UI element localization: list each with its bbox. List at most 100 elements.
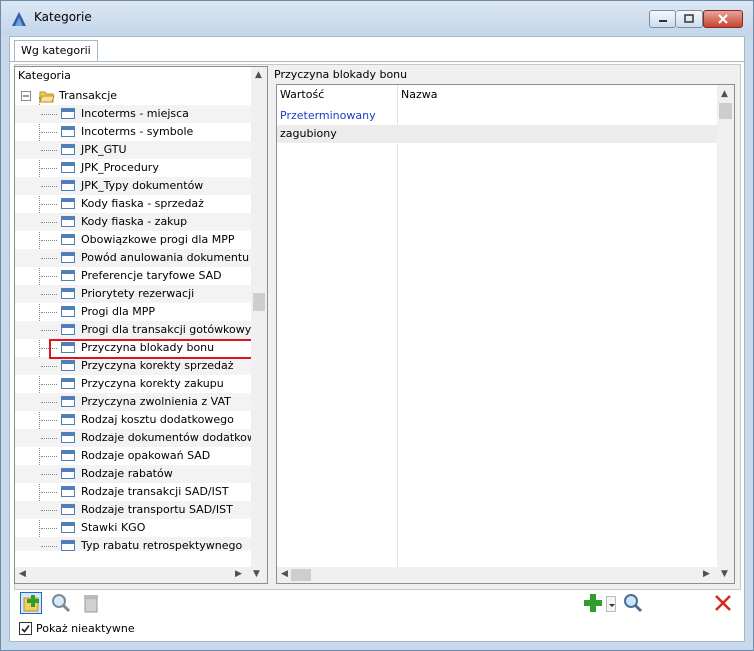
scroll-down-icon[interactable]: ▼ xyxy=(253,569,260,579)
grid-hscroll-thumb[interactable] xyxy=(291,569,311,581)
category-window-icon xyxy=(61,378,75,389)
tree-item-label: Progi dla transakcji gotówkowych xyxy=(81,323,251,336)
tree-item[interactable]: Typ rabatu retrospektywnego xyxy=(15,537,251,551)
tree-item[interactable]: Powód anulowania dokumentu xyxy=(15,249,251,267)
scroll-right-icon[interactable]: ▶ xyxy=(235,569,242,579)
grid-row[interactable]: zagubiony xyxy=(277,125,717,143)
tree-item[interactable]: Rodzaj kosztu dodatkowego xyxy=(15,411,251,429)
tree-item-label: JPK_GTU xyxy=(81,143,127,156)
tree-branch-line xyxy=(41,510,57,512)
tree-node-transakcje[interactable]: Transakcje xyxy=(15,87,251,105)
scroll-up-icon[interactable]: ▲ xyxy=(721,89,728,99)
category-window-icon xyxy=(61,486,75,497)
close-button[interactable] xyxy=(712,592,734,614)
category-window-icon xyxy=(61,432,75,443)
scroll-up-icon[interactable]: ▲ xyxy=(255,70,262,80)
scroll-left-icon[interactable]: ◀ xyxy=(281,569,288,579)
tree-vertical-scrollbar[interactable]: ▲ xyxy=(251,67,267,567)
minimize-button[interactable] xyxy=(649,10,676,28)
add-value-button[interactable] xyxy=(582,592,604,614)
tree-item[interactable]: Rodzaje opakowań SAD xyxy=(15,447,251,465)
tree-item[interactable]: Incoterms - symbole xyxy=(15,123,251,141)
tree-item-label: Przyczyna korekty zakupu xyxy=(81,377,224,390)
tree-branch-line xyxy=(41,150,57,152)
tree-branch-line xyxy=(41,546,57,548)
tab-divider xyxy=(10,61,744,62)
tree-branch-line xyxy=(41,312,57,314)
minimize-icon xyxy=(658,20,667,22)
tree-item[interactable]: Rodzaje transakcji SAD/IST xyxy=(15,483,251,501)
trash-icon xyxy=(84,595,98,613)
grid-horizontal-scrollbar[interactable]: ◀ ▶ ▼ xyxy=(277,567,734,583)
tree-item[interactable]: Kody fiaska - sprzedaż xyxy=(15,195,251,213)
category-window-icon xyxy=(61,252,75,263)
tree-branch-line xyxy=(41,330,57,332)
grid-row[interactable]: Przeterminowany xyxy=(277,107,717,125)
category-window-icon xyxy=(61,126,75,137)
maximize-button[interactable] xyxy=(676,10,703,28)
category-tree[interactable]: Kategoria Transakcje Incoterms - miejsca… xyxy=(14,66,268,584)
tree-item[interactable]: JPK_GTU xyxy=(15,141,251,159)
column-header-wartosc[interactable]: Wartość xyxy=(277,85,324,105)
add-category-button[interactable] xyxy=(20,592,42,614)
tree-scroll-thumb[interactable] xyxy=(253,293,265,311)
values-grid[interactable]: Wartość Nazwa Przeterminowany zagubiony … xyxy=(276,84,735,584)
scroll-down-icon[interactable]: ▼ xyxy=(721,569,728,579)
delete-button[interactable] xyxy=(80,592,102,614)
tree-item[interactable]: Kody fiaska - zakup xyxy=(15,213,251,231)
tree-branch-line xyxy=(41,384,57,386)
tree-item-label: Kody fiaska - sprzedaż xyxy=(81,197,204,210)
column-header-nazwa[interactable]: Nazwa xyxy=(398,85,437,105)
category-window-icon xyxy=(61,324,75,335)
tree-item[interactable]: Obowiązkowe progi dla MPP xyxy=(15,231,251,249)
tree-header: Kategoria xyxy=(18,69,71,82)
tree-item-label: Stawki KGO xyxy=(81,521,146,534)
tree-item[interactable]: Przyczyna korekty sprzedaż xyxy=(15,357,251,375)
tree-item[interactable]: Progi dla MPP xyxy=(15,303,251,321)
tree-item[interactable]: Preferencje taryfowe SAD xyxy=(15,267,251,285)
search-button[interactable] xyxy=(50,592,72,614)
tree-branch-line xyxy=(41,420,57,422)
category-window-icon xyxy=(61,288,75,299)
grid-vertical-scrollbar[interactable]: ▲ xyxy=(717,85,734,567)
close-icon xyxy=(715,595,731,611)
tree-horizontal-scrollbar[interactable]: ◀ ▶ ▼ xyxy=(15,567,267,583)
show-inactive-label[interactable]: Pokaż nieaktywne xyxy=(36,622,135,635)
tree-item[interactable]: Priorytety rezerwacji xyxy=(15,285,251,303)
tree-branch-line xyxy=(41,114,57,116)
checkmark-icon xyxy=(21,625,30,633)
close-window-button[interactable] xyxy=(703,10,743,28)
tree-branch-line xyxy=(41,204,57,206)
scroll-left-icon[interactable]: ◀ xyxy=(19,569,26,579)
scroll-right-icon[interactable]: ▶ xyxy=(703,569,710,579)
tree-branch-line xyxy=(41,240,57,242)
tree-item[interactable]: Rodzaje transportu SAD/IST xyxy=(15,501,251,519)
tree-item[interactable]: JPK_Typy dokumentów xyxy=(15,177,251,195)
tab-wg-kategorii[interactable]: Wg kategorii xyxy=(14,40,98,62)
tree-item-label: Typ rabatu retrospektywnego xyxy=(81,539,243,551)
tree-item[interactable]: Rodzaje dokumentów dodatkowych xyxy=(15,429,251,447)
tree-item[interactable]: Rodzaje rabatów xyxy=(15,465,251,483)
tree-item[interactable]: Incoterms - miejsca xyxy=(15,105,251,123)
tree-item-label: Incoterms - symbole xyxy=(81,125,194,138)
tree-item[interactable]: Stawki KGO xyxy=(15,519,251,537)
tree-node-label: Transakcje xyxy=(59,89,118,102)
tree-item-label: JPK_Procedury xyxy=(81,161,159,174)
show-inactive-checkbox[interactable] xyxy=(19,622,32,635)
collapse-icon[interactable] xyxy=(21,91,31,101)
selected-category-highlight xyxy=(49,339,253,359)
tree-item[interactable]: Przyczyna korekty zakupu xyxy=(15,375,251,393)
row-value: zagubiony xyxy=(280,127,337,140)
grid-scroll-thumb[interactable] xyxy=(719,103,732,119)
search-values-button[interactable] xyxy=(622,592,644,614)
tree-item[interactable]: Przyczyna zwolnienia z VAT xyxy=(15,393,251,411)
tree-item-label: Rodzaje transportu SAD/IST xyxy=(81,503,233,516)
tree-branch-line xyxy=(41,474,57,476)
chevron-down-icon xyxy=(609,604,615,607)
tree-item[interactable]: Progi dla transakcji gotówkowych xyxy=(15,321,251,339)
tree-item[interactable]: JPK_Procedury xyxy=(15,159,251,177)
add-options-dropdown[interactable] xyxy=(606,596,616,612)
category-window-icon xyxy=(61,504,75,515)
tree-item-label: Rodzaje transakcji SAD/IST xyxy=(81,485,229,498)
tree-item-label: Kody fiaska - zakup xyxy=(81,215,188,228)
